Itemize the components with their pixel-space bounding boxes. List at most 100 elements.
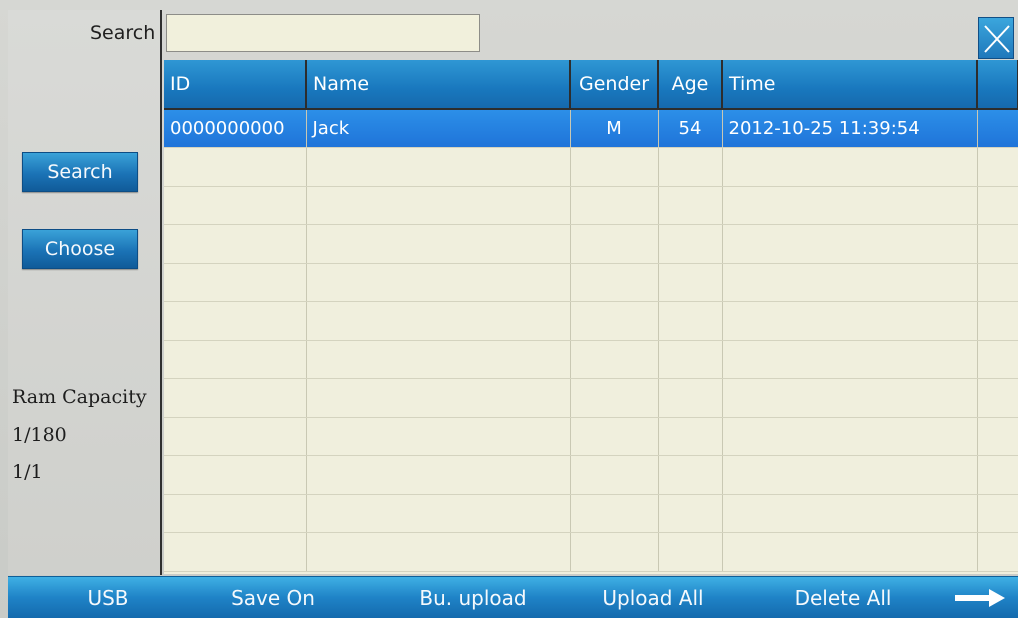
close-icon bbox=[984, 25, 1010, 53]
empty-cell bbox=[977, 224, 1018, 264]
empty-cell bbox=[722, 417, 978, 456]
empty-cell bbox=[977, 263, 1018, 302]
bu-upload-button[interactable]: Bu. upload bbox=[393, 577, 553, 618]
empty-cell bbox=[164, 263, 307, 302]
empty-cell bbox=[658, 455, 723, 495]
table-row[interactable] bbox=[164, 186, 1018, 225]
empty-cell bbox=[164, 532, 307, 572]
empty-cell bbox=[658, 224, 723, 264]
empty-cell bbox=[570, 417, 659, 456]
empty-cell bbox=[977, 301, 1018, 341]
header-extra bbox=[977, 60, 1018, 110]
table-row[interactable]: 0000000000 Jack M 54 2012-10-25 11:39:54 bbox=[164, 109, 1018, 148]
right-arrow-icon bbox=[955, 589, 1005, 607]
empty-cell bbox=[164, 301, 307, 341]
page-indicator: 1/1 bbox=[12, 461, 43, 483]
bottom-toolbar: USB Save On Bu. upload Upload All Delete… bbox=[8, 576, 1018, 618]
empty-cell bbox=[306, 224, 571, 264]
empty-cell bbox=[164, 147, 307, 187]
empty-cell bbox=[722, 378, 978, 418]
empty-cell bbox=[164, 378, 307, 418]
empty-cell bbox=[977, 455, 1018, 495]
empty-cell bbox=[570, 455, 659, 495]
empty-cell bbox=[570, 147, 659, 187]
records-table: ID Name Gender Age Time 0000000000 Jack … bbox=[164, 60, 1018, 574]
empty-cell bbox=[658, 340, 723, 379]
table-row[interactable] bbox=[164, 378, 1018, 418]
table-row[interactable] bbox=[164, 224, 1018, 264]
table-row[interactable] bbox=[164, 301, 1018, 341]
table-row[interactable] bbox=[164, 532, 1018, 572]
header-id[interactable]: ID bbox=[164, 60, 307, 110]
search-button[interactable]: Search bbox=[22, 152, 138, 192]
empty-cell bbox=[164, 455, 307, 495]
empty-cell bbox=[977, 494, 1018, 533]
empty-cell bbox=[977, 340, 1018, 379]
cell-id: 0000000000 bbox=[164, 109, 307, 148]
cell-age: 54 bbox=[658, 109, 723, 148]
empty-cell bbox=[570, 301, 659, 341]
empty-cell bbox=[570, 378, 659, 418]
empty-cell bbox=[658, 417, 723, 456]
table-row[interactable] bbox=[164, 417, 1018, 456]
empty-cell bbox=[570, 186, 659, 225]
empty-cell bbox=[722, 494, 978, 533]
empty-cell bbox=[306, 417, 571, 456]
empty-cell bbox=[722, 186, 978, 225]
header-age[interactable]: Age bbox=[658, 60, 723, 110]
empty-cell bbox=[306, 378, 571, 418]
empty-cell bbox=[164, 494, 307, 533]
table-row[interactable] bbox=[164, 340, 1018, 379]
empty-cell bbox=[306, 263, 571, 302]
empty-cell bbox=[977, 147, 1018, 187]
search-input[interactable] bbox=[166, 14, 480, 52]
close-button[interactable] bbox=[978, 17, 1014, 59]
empty-cell bbox=[658, 301, 723, 341]
empty-cell bbox=[306, 301, 571, 341]
empty-cell bbox=[977, 417, 1018, 456]
delete-all-button[interactable]: Delete All bbox=[763, 577, 923, 618]
empty-cell bbox=[570, 263, 659, 302]
empty-cell bbox=[658, 263, 723, 302]
search-label: Search bbox=[90, 22, 156, 44]
cell-name: Jack bbox=[306, 109, 571, 148]
header-name[interactable]: Name bbox=[306, 60, 571, 110]
empty-cell bbox=[658, 532, 723, 572]
choose-button[interactable]: Choose bbox=[22, 229, 138, 269]
empty-cell bbox=[977, 532, 1018, 572]
empty-cell bbox=[722, 532, 978, 572]
empty-cell bbox=[722, 340, 978, 379]
table-row[interactable] bbox=[164, 147, 1018, 187]
ram-ratio: 1/180 bbox=[12, 424, 67, 446]
empty-cell bbox=[306, 532, 571, 572]
left-panel bbox=[8, 10, 162, 575]
next-page-button[interactable] bbox=[943, 577, 1013, 618]
table-row[interactable] bbox=[164, 455, 1018, 495]
table-row[interactable] bbox=[164, 494, 1018, 533]
empty-cell bbox=[306, 455, 571, 495]
empty-cell bbox=[658, 186, 723, 225]
empty-cell bbox=[977, 186, 1018, 225]
empty-cell bbox=[164, 417, 307, 456]
upload-all-button[interactable]: Upload All bbox=[573, 577, 733, 618]
empty-cell bbox=[722, 301, 978, 341]
empty-cell bbox=[658, 494, 723, 533]
usb-button[interactable]: USB bbox=[58, 577, 158, 618]
ram-capacity-label: Ram Capacity bbox=[12, 386, 147, 408]
empty-cell bbox=[570, 532, 659, 572]
empty-cell bbox=[722, 263, 978, 302]
header-time[interactable]: Time bbox=[722, 60, 978, 110]
save-on-button[interactable]: Save On bbox=[203, 577, 343, 618]
empty-cell bbox=[164, 340, 307, 379]
table-row[interactable] bbox=[164, 263, 1018, 302]
empty-cell bbox=[306, 340, 571, 379]
header-gender[interactable]: Gender bbox=[570, 60, 659, 110]
table-header-row: ID Name Gender Age Time bbox=[164, 60, 1018, 110]
empty-cell bbox=[570, 494, 659, 533]
cell-gender: M bbox=[570, 109, 659, 148]
empty-cell bbox=[570, 224, 659, 264]
screen: Search Search Choose Ram Capacity 1/180 … bbox=[0, 0, 1018, 618]
empty-cell bbox=[722, 147, 978, 187]
cell-time: 2012-10-25 11:39:54 bbox=[722, 109, 978, 148]
empty-cell bbox=[977, 378, 1018, 418]
